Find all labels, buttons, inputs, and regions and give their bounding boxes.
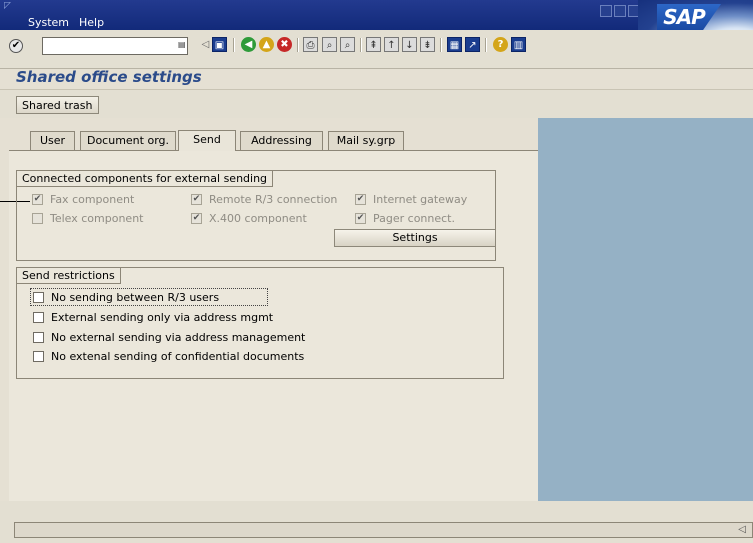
prev-page-icon[interactable]: ↑ [384,37,399,52]
remote-r3-label: Remote R/3 connection [209,193,338,206]
no-external-via-address-mgmt-checkbox[interactable] [33,332,44,343]
status-arrow-icon[interactable]: ◁ [738,524,746,535]
save-icon[interactable]: ▣ [212,37,227,52]
no-external-via-address-mgmt-label: No external sending via address manageme… [51,331,306,344]
no-sending-r3-checkbox[interactable] [33,292,44,303]
tab-document-org[interactable]: Document org. [80,131,176,150]
back-nav-icon[interactable]: ◀ [241,37,256,52]
telex-component-checkbox[interactable] [32,213,43,224]
separator [233,38,235,52]
separator [297,38,299,52]
external-via-address-mgmt-label: External sending only via address mgmt [51,311,274,324]
exit-icon[interactable]: ▲ [259,37,274,52]
x400-component-checkbox[interactable]: ✔ [191,213,202,224]
layout-icon[interactable]: ▥ [511,37,526,52]
status-field: ◁ [14,522,753,538]
menu-system[interactable]: System [28,16,69,29]
x400-component-label: X.400 component [209,212,307,225]
first-page-icon[interactable]: ⇞ [366,37,381,52]
help-icon[interactable]: ? [493,37,508,52]
find-next-icon[interactable]: ⌕ [340,37,355,52]
telex-component-label: Telex component [50,212,144,225]
status-bar: ◁ [0,501,753,543]
next-page-icon[interactable]: ↓ [402,37,417,52]
pager-connect-label: Pager connect. [373,212,455,225]
minimize-icon[interactable] [600,5,612,17]
settings-button[interactable]: Settings [334,229,496,247]
group-title: Connected components for external sendin… [17,171,274,187]
separator [440,38,442,52]
no-external-confidential-label: No extenal sending of confidential docum… [51,350,305,363]
shared-trash-button[interactable]: Shared trash [16,96,99,114]
fax-component-label: Fax component [50,193,135,206]
print-icon[interactable]: ⎙ [303,37,318,52]
last-page-icon[interactable]: ⇟ [420,37,435,52]
standard-toolbar: ✔ ▤ ◁ ▣ ◀ ▲ ✖ ⎙ ⌕ ⌕ ⇞ ↑ ↓ ⇟ ▦ ↗ ? ▥ [0,30,753,69]
shortcut-icon[interactable]: ↗ [465,37,480,52]
tab-user[interactable]: User [30,131,75,150]
remote-r3-checkbox[interactable]: ✔ [191,194,202,205]
pager-connect-checkbox[interactable]: ✔ [355,213,366,224]
tab-addressing[interactable]: Addressing [240,131,323,150]
tab-send[interactable]: Send [178,130,236,151]
background-panel [538,118,753,501]
sap-logo: SAP [657,4,721,30]
sap-window-icon[interactable]: ◸ [4,1,11,11]
separator [485,38,487,52]
command-field-dropdown-icon[interactable]: ▤ [178,38,186,52]
cancel-icon[interactable]: ✖ [277,37,292,52]
maximize-icon[interactable] [614,5,626,17]
menu-help[interactable]: Help [79,16,104,29]
find-icon[interactable]: ⌕ [322,37,337,52]
no-sending-r3-label: No sending between R/3 users [51,291,220,304]
back-icon[interactable]: ◁ [198,37,213,52]
page-title: Shared office settings [16,68,202,86]
application-toolbar: Shared trash [0,89,753,119]
fax-component-checkbox[interactable]: ✔ [32,194,43,205]
internet-gateway-label: Internet gateway [373,193,468,206]
command-field[interactable] [42,37,188,55]
no-external-confidential-checkbox[interactable] [33,351,44,362]
tab-mail-sy-grp[interactable]: Mail sy.grp [328,131,404,150]
ok-icon[interactable]: ✔ [9,39,23,53]
group-title: Send restrictions [17,268,121,284]
external-via-address-mgmt-checkbox[interactable] [33,312,44,323]
internet-gateway-checkbox[interactable]: ✔ [355,194,366,205]
new-session-icon[interactable]: ▦ [447,37,462,52]
separator [360,38,362,52]
